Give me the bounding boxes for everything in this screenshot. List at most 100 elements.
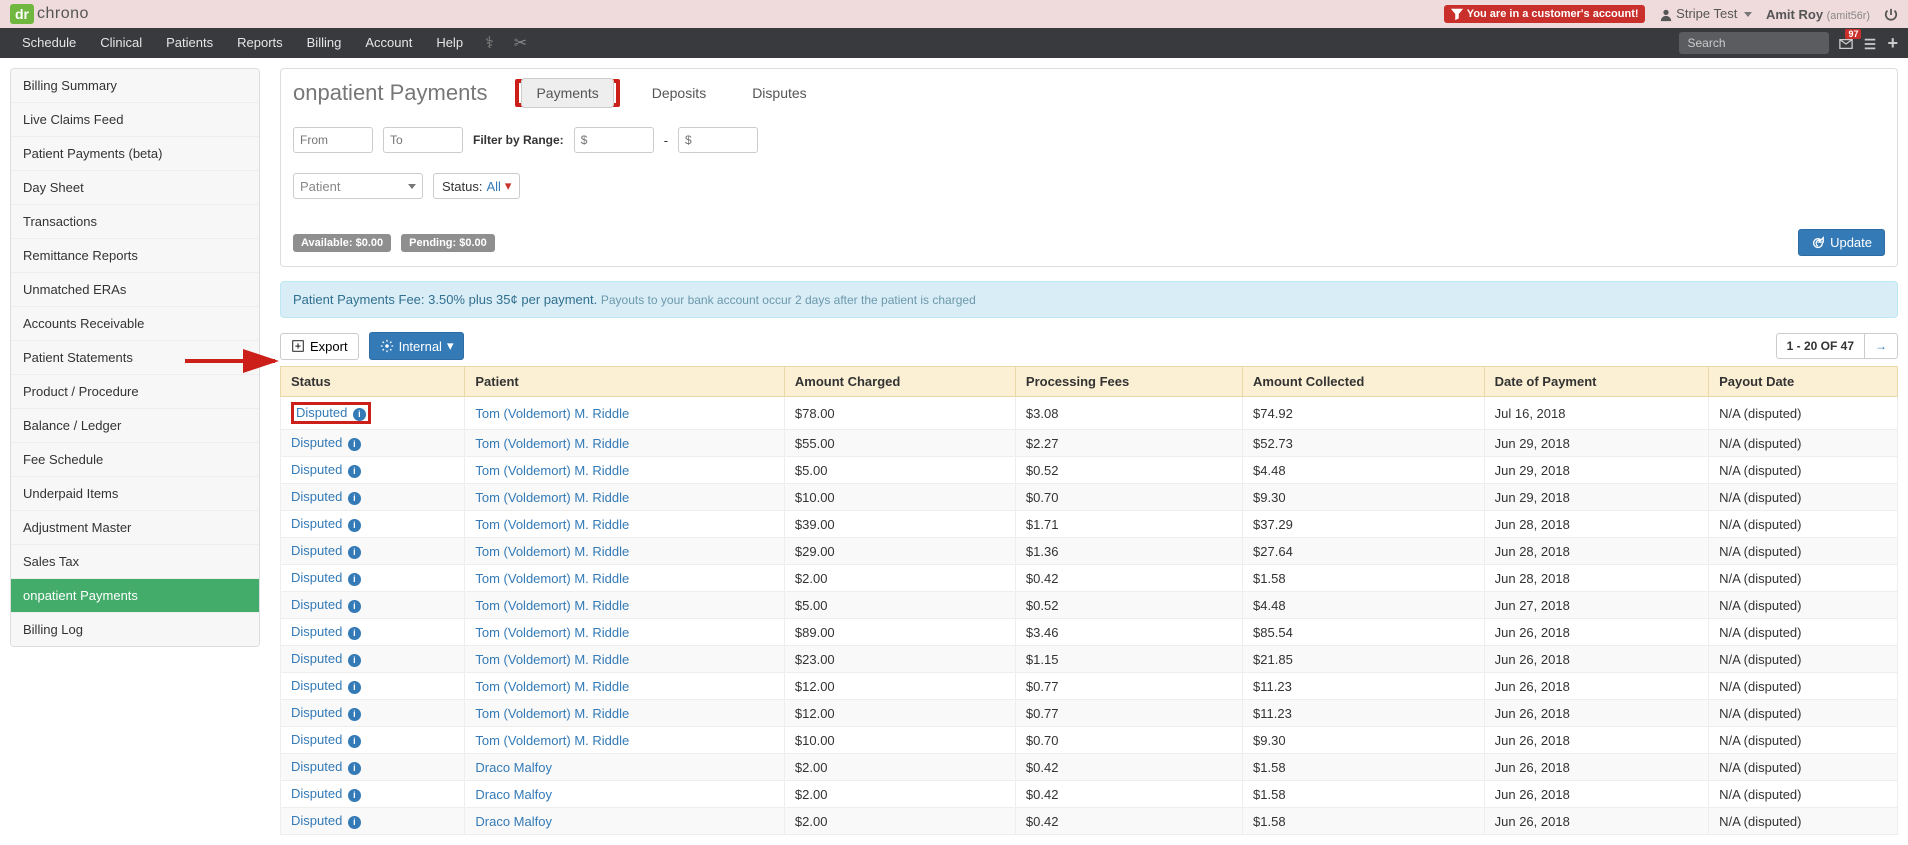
caduceus-icon[interactable]: ⚕ [475,33,504,53]
patient-link[interactable]: Tom (Voldemort) M. Riddle [475,571,629,586]
global-search-input[interactable] [1679,32,1829,54]
status-link[interactable]: Disputed i [291,489,361,504]
tab-deposits[interactable]: Deposits [638,79,720,107]
sidebar-item[interactable]: Adjustment Master [11,511,259,545]
update-button[interactable]: Update [1798,229,1885,256]
tab-payments[interactable]: Payments [521,78,613,108]
sidebar-item[interactable]: Sales Tax [11,545,259,579]
status-link[interactable]: Disputed i [291,732,361,747]
nav-item-patients[interactable]: Patients [154,28,225,58]
to-date-input[interactable] [383,127,463,153]
sidebar-item[interactable]: onpatient Payments [11,579,259,613]
sidebar-item[interactable]: Fee Schedule [11,443,259,477]
patient-link[interactable]: Draco Malfoy [475,814,552,829]
sidebar-item[interactable]: Day Sheet [11,171,259,205]
status-link[interactable]: Disputed i [291,597,361,612]
sidebar-item[interactable]: Patient Statements [11,341,259,375]
status-link[interactable]: Disputed i [291,705,361,720]
patient-link[interactable]: Tom (Voldemort) M. Riddle [475,652,629,667]
from-date-input[interactable] [293,127,373,153]
pagination-next-button[interactable]: → [1864,334,1897,358]
nav-item-account[interactable]: Account [353,28,424,58]
power-icon[interactable] [1884,6,1898,22]
status-link[interactable]: Disputed i [291,543,361,558]
menu-icon[interactable] [1863,35,1877,51]
status-link[interactable]: Disputed i [291,813,361,828]
table-row: Disputed iDraco Malfoy$2.00$0.42$1.58Jun… [281,781,1898,808]
status-link[interactable]: Disputed i [291,435,361,450]
sidebar-item[interactable]: Accounts Receivable [11,307,259,341]
logged-user[interactable]: Amit Roy (amit56r) [1766,7,1870,22]
internal-button[interactable]: Internal ▾ [369,332,465,360]
tab-disputes[interactable]: Disputes [738,79,820,107]
sidebar-item[interactable]: Transactions [11,205,259,239]
cell: $12.00 [784,673,1015,700]
patient-link[interactable]: Tom (Voldemort) M. Riddle [475,463,629,478]
cell: $78.00 [784,397,1015,430]
sidebar-item[interactable]: Remittance Reports [11,239,259,273]
cell: Jun 28, 2018 [1484,538,1708,565]
nav-item-help[interactable]: Help [424,28,475,58]
sidebar-item[interactable]: Live Claims Feed [11,103,259,137]
sidebar-item[interactable]: Unmatched ERAs [11,273,259,307]
range-max-input[interactable] [678,127,758,153]
patient-link[interactable]: Draco Malfoy [475,787,552,802]
status-link[interactable]: Disputed i [291,624,361,639]
status-link[interactable]: Disputed i [291,759,361,774]
range-min-input[interactable] [574,127,654,153]
cell: Jun 29, 2018 [1484,430,1708,457]
nav-item-clinical[interactable]: Clinical [88,28,154,58]
column-header[interactable]: Amount Collected [1243,367,1485,397]
cell: N/A (disputed) [1709,673,1898,700]
status-select[interactable]: Status: All ▾ [433,173,520,199]
patient-link[interactable]: Tom (Voldemort) M. Riddle [475,544,629,559]
nav-item-schedule[interactable]: Schedule [10,28,88,58]
table-row: Disputed iTom (Voldemort) M. Riddle$23.0… [281,646,1898,673]
sidebar-item[interactable]: Balance / Ledger [11,409,259,443]
patient-link[interactable]: Tom (Voldemort) M. Riddle [475,679,629,694]
column-header[interactable]: Payout Date [1709,367,1898,397]
status-link[interactable]: Disputed i [291,786,361,801]
column-header[interactable]: Status [281,367,465,397]
status-link[interactable]: Disputed i [291,651,361,666]
cell: Jun 26, 2018 [1484,619,1708,646]
sidebar-item[interactable]: Underpaid Items [11,477,259,511]
cell: $1.58 [1243,781,1485,808]
nav-item-reports[interactable]: Reports [225,28,295,58]
sidebar-item[interactable]: Patient Payments (beta) [11,137,259,171]
column-header[interactable]: Amount Charged [784,367,1015,397]
status-link[interactable]: Disputed i [291,570,361,585]
sidebar-item[interactable]: Billing Summary [11,69,259,103]
mail-button[interactable]: 97 [1839,35,1853,51]
scissors-icon[interactable]: ✂ [504,33,537,53]
patient-link[interactable]: Tom (Voldemort) M. Riddle [475,625,629,640]
cell: $12.00 [784,700,1015,727]
patient-select[interactable]: Patient [293,173,423,199]
patient-link[interactable]: Tom (Voldemort) M. Riddle [475,706,629,721]
patient-link[interactable]: Tom (Voldemort) M. Riddle [475,733,629,748]
patient-link[interactable]: Tom (Voldemort) M. Riddle [475,517,629,532]
nav-item-billing[interactable]: Billing [295,28,354,58]
patient-link[interactable]: Tom (Voldemort) M. Riddle [475,598,629,613]
patient-link[interactable]: Tom (Voldemort) M. Riddle [475,490,629,505]
status-link[interactable]: Disputed i [296,405,366,420]
export-button[interactable]: Export [280,333,359,360]
cell: $5.00 [784,457,1015,484]
status-link[interactable]: Disputed i [291,678,361,693]
caret-down-icon: ▾ [447,338,454,354]
stripe-user-menu[interactable]: Stripe Test [1659,6,1752,22]
patient-link[interactable]: Draco Malfoy [475,760,552,775]
column-header[interactable]: Processing Fees [1015,367,1242,397]
cell: Jun 26, 2018 [1484,754,1708,781]
patient-link[interactable]: Tom (Voldemort) M. Riddle [475,406,629,421]
cell: $3.08 [1015,397,1242,430]
info-icon: i [348,816,361,829]
sidebar-item[interactable]: Billing Log [11,613,259,646]
plus-icon[interactable]: + [1887,33,1898,54]
column-header[interactable]: Date of Payment [1484,367,1708,397]
sidebar-item[interactable]: Product / Procedure [11,375,259,409]
status-link[interactable]: Disputed i [291,516,361,531]
patient-link[interactable]: Tom (Voldemort) M. Riddle [475,436,629,451]
column-header[interactable]: Patient [465,367,785,397]
status-link[interactable]: Disputed i [291,462,361,477]
